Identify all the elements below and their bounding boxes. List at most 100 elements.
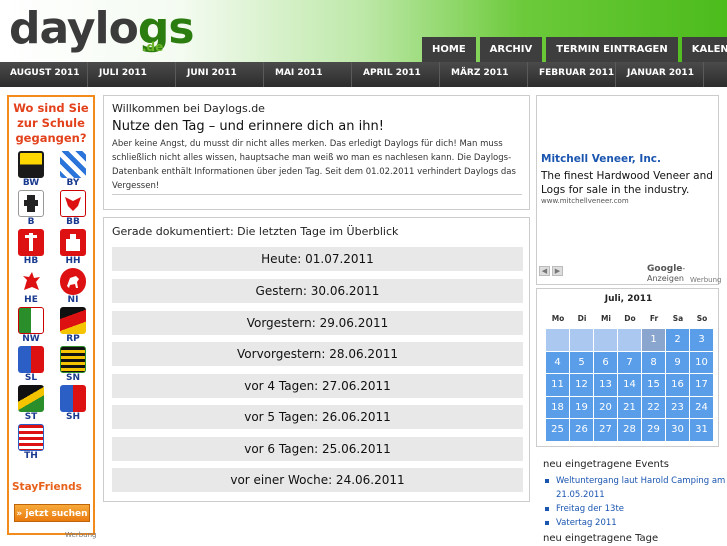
month-link[interactable]: FEBRUAR 2011 <box>528 62 616 87</box>
calendar-day[interactable]: 2 <box>666 329 689 351</box>
calendar-empty-cell <box>594 329 617 351</box>
month-link[interactable]: JANUAR 2011 <box>616 62 704 87</box>
event-link[interactable]: Weltuntergang laut Harold Camping am 21.… <box>545 474 727 502</box>
state-code: BB <box>66 217 80 227</box>
calendar-day[interactable]: 10 <box>690 351 713 374</box>
day-row[interactable]: vor 5 Tagen: 26.06.2011 <box>112 405 523 429</box>
state-th[interactable]: TH <box>12 424 50 462</box>
day-row[interactable]: Vorgestern: 29.06.2011 <box>112 311 523 335</box>
state-nw[interactable]: NW <box>12 307 50 345</box>
calendar-day[interactable]: 3 <box>690 329 713 351</box>
calendar-day[interactable]: 29 <box>642 419 665 441</box>
state-bb[interactable]: BB <box>54 190 92 228</box>
calendar-day[interactable]: 7 <box>618 351 641 374</box>
calendar-day[interactable]: 17 <box>690 374 713 396</box>
nav-home[interactable]: HOME <box>422 37 476 62</box>
logo-domain: .de <box>142 40 164 54</box>
calendar-day[interactable]: 18 <box>546 396 569 419</box>
state-code: RP <box>66 334 80 344</box>
calendar-empty-cell <box>570 329 593 351</box>
calendar-day[interactable]: 1 <box>642 329 665 351</box>
event-link[interactable]: Vatertag 2011 <box>545 516 727 530</box>
calendar-day[interactable]: 16 <box>666 374 689 396</box>
calendar-week: 25 26 27 28 29 30 31 <box>546 419 714 442</box>
ad-url[interactable]: www.mitchellveneer.com <box>541 197 629 205</box>
day-row[interactable]: vor 4 Tagen: 27.06.2011 <box>112 374 523 398</box>
state-hb[interactable]: HB <box>12 229 50 267</box>
nav-archiv[interactable]: ARCHIV <box>479 37 543 62</box>
chevron-left-icon[interactable]: ◀ <box>539 266 550 276</box>
nav-termin-eintragen[interactable]: TERMIN EINTRAGEN <box>546 37 678 62</box>
crest-icon <box>60 268 86 295</box>
calendar-day[interactable]: 23 <box>666 396 689 419</box>
weekday-label: So <box>696 314 708 323</box>
weekday-label: Di <box>577 314 587 323</box>
calendar-day[interactable]: 20 <box>594 396 617 419</box>
weekday-header: Mo Di Mi Do Fr Sa So <box>546 309 714 329</box>
calendar-grid: Mo Di Mi Do Fr Sa So 1 2 3 4 5 6 7 8 9 10 11 12 13 14 15 16 17… <box>546 309 714 442</box>
calendar-day[interactable]: 30 <box>666 419 689 441</box>
month-link[interactable]: JULI 2011 <box>88 62 176 87</box>
calendar-day[interactable]: 15 <box>642 374 665 396</box>
month-link[interactable]: APRIL 2011 <box>352 62 440 87</box>
nav-kalender[interactable]: KALENDER <box>681 37 727 62</box>
ad-headline-link[interactable]: Mitchell Veneer, Inc. <box>541 153 661 165</box>
calendar-day[interactable]: 25 <box>546 419 569 441</box>
jetzt-suchen-button[interactable]: » jetzt suchen <box>14 504 90 522</box>
calendar-day[interactable]: 22 <box>642 396 665 419</box>
month-link[interactable]: MAI 2011 <box>264 62 352 87</box>
state-st[interactable]: ST <box>12 385 50 423</box>
state-ni[interactable]: NI <box>54 268 92 306</box>
calendar-day[interactable]: 28 <box>618 419 641 441</box>
state-by[interactable]: BY <box>54 151 92 189</box>
event-link[interactable]: Freitag der 13te <box>545 502 727 516</box>
calendar-day[interactable]: 27 <box>594 419 617 441</box>
calendar-day[interactable]: 19 <box>570 396 593 419</box>
month-link[interactable]: AUGUST 2011 <box>0 62 88 87</box>
calendar-day[interactable]: 21 <box>618 396 641 419</box>
state-code: NW <box>22 334 40 344</box>
events-panel: neu eingetragene Events Weltuntergang la… <box>536 458 727 545</box>
state-code: NI <box>67 295 79 305</box>
state-sn[interactable]: SN <box>54 346 92 384</box>
calendar-day[interactable]: 24 <box>690 396 713 419</box>
calendar-day[interactable]: 6 <box>594 351 617 374</box>
calendar-day[interactable]: 13 <box>594 374 617 396</box>
day-row[interactable]: Vorvorgestern: 28.06.2011 <box>112 342 523 366</box>
state-b[interactable]: B <box>12 190 50 228</box>
calendar-day[interactable]: 31 <box>690 419 713 441</box>
day-row[interactable]: vor 6 Tagen: 25.06.2011 <box>112 437 523 461</box>
day-row[interactable]: vor einer Woche: 24.06.2011 <box>112 468 523 492</box>
calendar-day[interactable]: 12 <box>570 374 593 396</box>
month-link[interactable]: JUNI 2011 <box>176 62 264 87</box>
state-bw[interactable]: BW <box>12 151 50 189</box>
state-sh[interactable]: SH <box>54 385 92 423</box>
calendar-day[interactable]: 9 <box>666 351 689 374</box>
calendar-day[interactable]: 8 <box>642 351 665 374</box>
state-rp[interactable]: RP <box>54 307 92 345</box>
logo-text-dark: daylo <box>9 3 139 54</box>
calendar-week: 4 5 6 7 8 9 10 <box>546 351 714 375</box>
crest-icon <box>60 229 86 256</box>
crest-icon <box>60 151 86 178</box>
calendar-day[interactable]: 4 <box>546 351 569 374</box>
state-sl[interactable]: SL <box>12 346 50 384</box>
calendar-day[interactable]: 14 <box>618 374 641 396</box>
site-logo[interactable]: daylogs <box>9 3 195 54</box>
welcome-greeting: Willkommen bei Daylogs.de <box>112 102 265 115</box>
calendar-day[interactable]: 11 <box>546 374 569 396</box>
calendar-day[interactable]: 5 <box>570 351 593 374</box>
day-row[interactable]: Gestern: 30.06.2011 <box>112 279 523 303</box>
welcome-text: Aber keine Angst, du musst dir nicht all… <box>112 139 516 191</box>
day-row[interactable]: Heute: 01.07.2011 <box>112 247 523 271</box>
google-ad[interactable]: Mitchell Veneer, Inc. The finest Hardwoo… <box>536 95 721 285</box>
chevron-right-icon[interactable]: ▶ <box>552 266 563 276</box>
weekday-label: Do <box>624 314 636 323</box>
month-link[interactable]: MÄRZ 2011 <box>440 62 528 87</box>
recent-days-heading: Gerade dokumentiert: Die letzten Tage im… <box>112 225 399 238</box>
days-heading: neu eingetragene Tage <box>543 533 659 544</box>
state-he[interactable]: HE <box>12 268 50 306</box>
stayfriends-ad[interactable]: Wo sind Sie zur Schule gegangen? BW BY B… <box>7 95 95 535</box>
calendar-day[interactable]: 26 <box>570 419 593 441</box>
state-hh[interactable]: HH <box>54 229 92 267</box>
